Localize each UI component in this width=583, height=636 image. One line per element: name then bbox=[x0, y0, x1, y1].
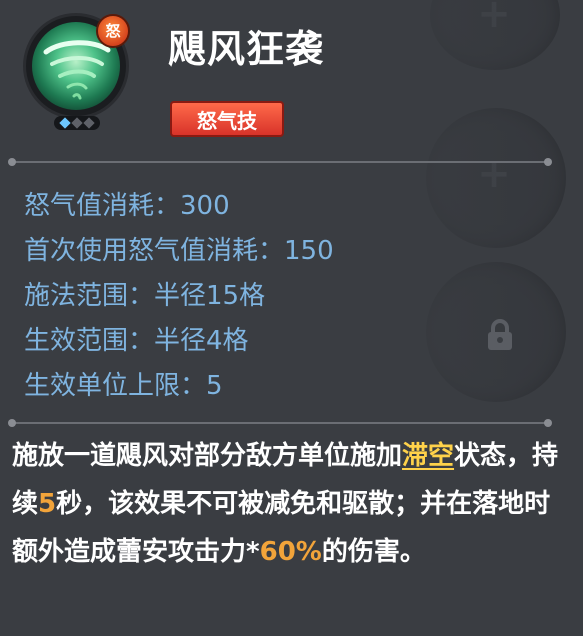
lock-icon bbox=[486, 318, 514, 352]
level-dot bbox=[59, 117, 71, 129]
stat-rage-cost: 怒气值消耗：300 bbox=[24, 184, 334, 229]
desc-text: 施放一道飓风对部分敌方单位施加 bbox=[12, 441, 403, 471]
skill-type-badge: 怒气技 bbox=[170, 101, 284, 137]
stat-cast-range: 施法范围：半径15格 bbox=[24, 274, 334, 319]
damage-ratio-value: 60% bbox=[259, 537, 322, 567]
divider bbox=[8, 158, 552, 166]
stat-value: 150 bbox=[284, 236, 334, 266]
stat-value: 5 bbox=[206, 371, 223, 401]
stat-label: 首次使用怒气值消耗： bbox=[24, 236, 285, 266]
skill-level-dots bbox=[54, 116, 100, 130]
stat-effect-range: 生效范围：半径4格 bbox=[24, 319, 334, 364]
stat-first-use-cost: 首次使用怒气值消耗：150 bbox=[24, 229, 334, 274]
divider bbox=[8, 419, 552, 427]
keyword-link-airborne[interactable]: 滞空 bbox=[402, 441, 454, 471]
skill-stats: 怒气值消耗：300 首次使用怒气值消耗：150 施法范围：半径15格 生效范围：… bbox=[24, 184, 334, 409]
stat-label: 怒气值消耗： bbox=[24, 191, 181, 221]
rage-badge-icon: 怒 bbox=[96, 14, 130, 48]
stat-target-limit: 生效单位上限：5 bbox=[24, 364, 334, 409]
stat-value: 300 bbox=[180, 191, 230, 221]
desc-text: 的伤害。 bbox=[321, 537, 426, 567]
skill-description: 施放一道飓风对部分敌方单位施加滞空状态，持续5秒，该效果不可被减免和驱散；并在落… bbox=[12, 432, 572, 576]
stat-value: 半径4格 bbox=[154, 326, 249, 356]
skill-name: 飓风狂袭 bbox=[168, 27, 325, 71]
duration-value: 5 bbox=[38, 489, 57, 519]
skill-icon: 怒 bbox=[22, 12, 130, 132]
level-dot bbox=[83, 117, 95, 129]
level-dot bbox=[71, 117, 83, 129]
stat-label: 生效单位上限： bbox=[24, 371, 207, 401]
stat-label: 施法范围： bbox=[24, 281, 155, 311]
stat-label: 生效范围： bbox=[24, 326, 155, 356]
stat-value: 半径15格 bbox=[154, 281, 266, 311]
